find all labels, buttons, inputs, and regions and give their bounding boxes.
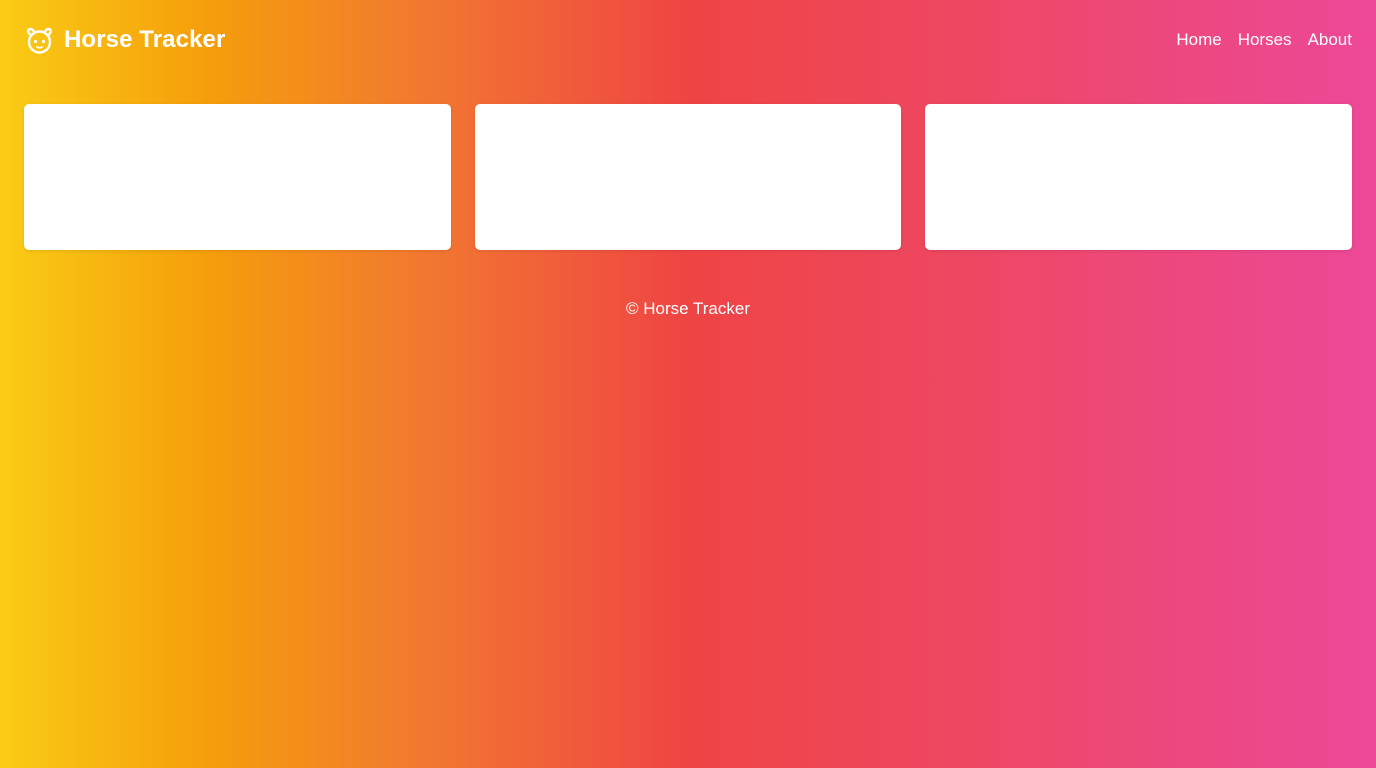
nav-horses-link[interactable]: Horses — [1238, 30, 1292, 50]
card-grid — [24, 104, 1353, 250]
site-title: Horse Tracker — [64, 26, 226, 53]
footer-copyright: © Horse Tracker — [626, 299, 750, 318]
nav-home-link[interactable]: Home — [1176, 30, 1221, 50]
card — [474, 104, 902, 250]
site-header: Horse Tracker Home Horses About — [24, 20, 1352, 60]
nav-about-link[interactable]: About — [1308, 30, 1352, 50]
site-footer: © Horse Tracker — [0, 299, 1376, 319]
main-nav: Home Horses About — [1176, 30, 1352, 50]
horse-face-icon — [24, 25, 55, 56]
brand[interactable]: Horse Tracker — [24, 25, 225, 56]
card — [24, 104, 451, 250]
card — [925, 104, 1353, 250]
